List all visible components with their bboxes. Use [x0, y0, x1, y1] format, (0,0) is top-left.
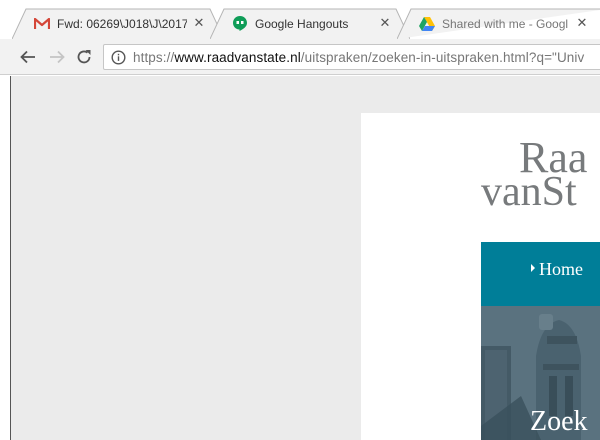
tab-strip: Fwd: 06269\J018\J\2017 ✕ Google Hangouts… — [0, 0, 600, 39]
raad-van-state-logo[interactable]: Raa vanSt — [481, 136, 587, 215]
tab-gmail[interactable]: Fwd: 06269\J018\J\2017 ✕ — [12, 8, 224, 39]
hero-banner: Zoek — [481, 306, 600, 440]
close-icon[interactable]: ✕ — [575, 16, 589, 30]
nav-home-link[interactable]: Home — [531, 259, 583, 280]
url-scheme: https:// — [133, 49, 175, 65]
url-text[interactable]: https://www.raadvanstate.nl/uitspraken/z… — [133, 50, 584, 65]
hero-title: Zoek — [530, 406, 588, 437]
nav-home-label: Home — [539, 259, 583, 279]
url-path: /uitspraken/zoeken-in-uitspraken.html?q=… — [300, 49, 585, 65]
hangouts-icon — [232, 16, 248, 32]
site-navbar: Home — [481, 242, 600, 306]
url-host: www.raadvanstate.nl — [174, 49, 301, 65]
browser-toolbar: https://www.raadvanstate.nl/uitspraken/z… — [0, 39, 600, 75]
tab-title: Fwd: 06269\J018\J\2017 — [57, 16, 187, 31]
tab-hangouts[interactable]: Google Hangouts ✕ — [210, 8, 410, 39]
tab-title: Google Hangouts — [255, 16, 349, 31]
tab-title: Shared with me - Google — [442, 16, 568, 31]
google-drive-icon — [419, 16, 435, 32]
close-icon[interactable]: ✕ — [378, 16, 392, 30]
reload-icon[interactable] — [73, 47, 95, 67]
page-viewport: Raa vanSt Home Zoek — [10, 76, 600, 440]
forward-arrow-icon[interactable] — [46, 47, 68, 67]
back-arrow-icon[interactable] — [17, 47, 39, 67]
gmail-icon — [34, 16, 50, 32]
info-icon[interactable] — [111, 49, 126, 65]
close-icon[interactable]: ✕ — [192, 16, 206, 30]
page-content: Raa vanSt Home Zoek — [361, 113, 600, 440]
tab-google-drive[interactable]: Shared with me - Google ✕ — [397, 8, 600, 39]
logo-line-2: vanSt — [481, 169, 577, 215]
address-bar[interactable]: https://www.raadvanstate.nl/uitspraken/z… — [103, 44, 600, 70]
